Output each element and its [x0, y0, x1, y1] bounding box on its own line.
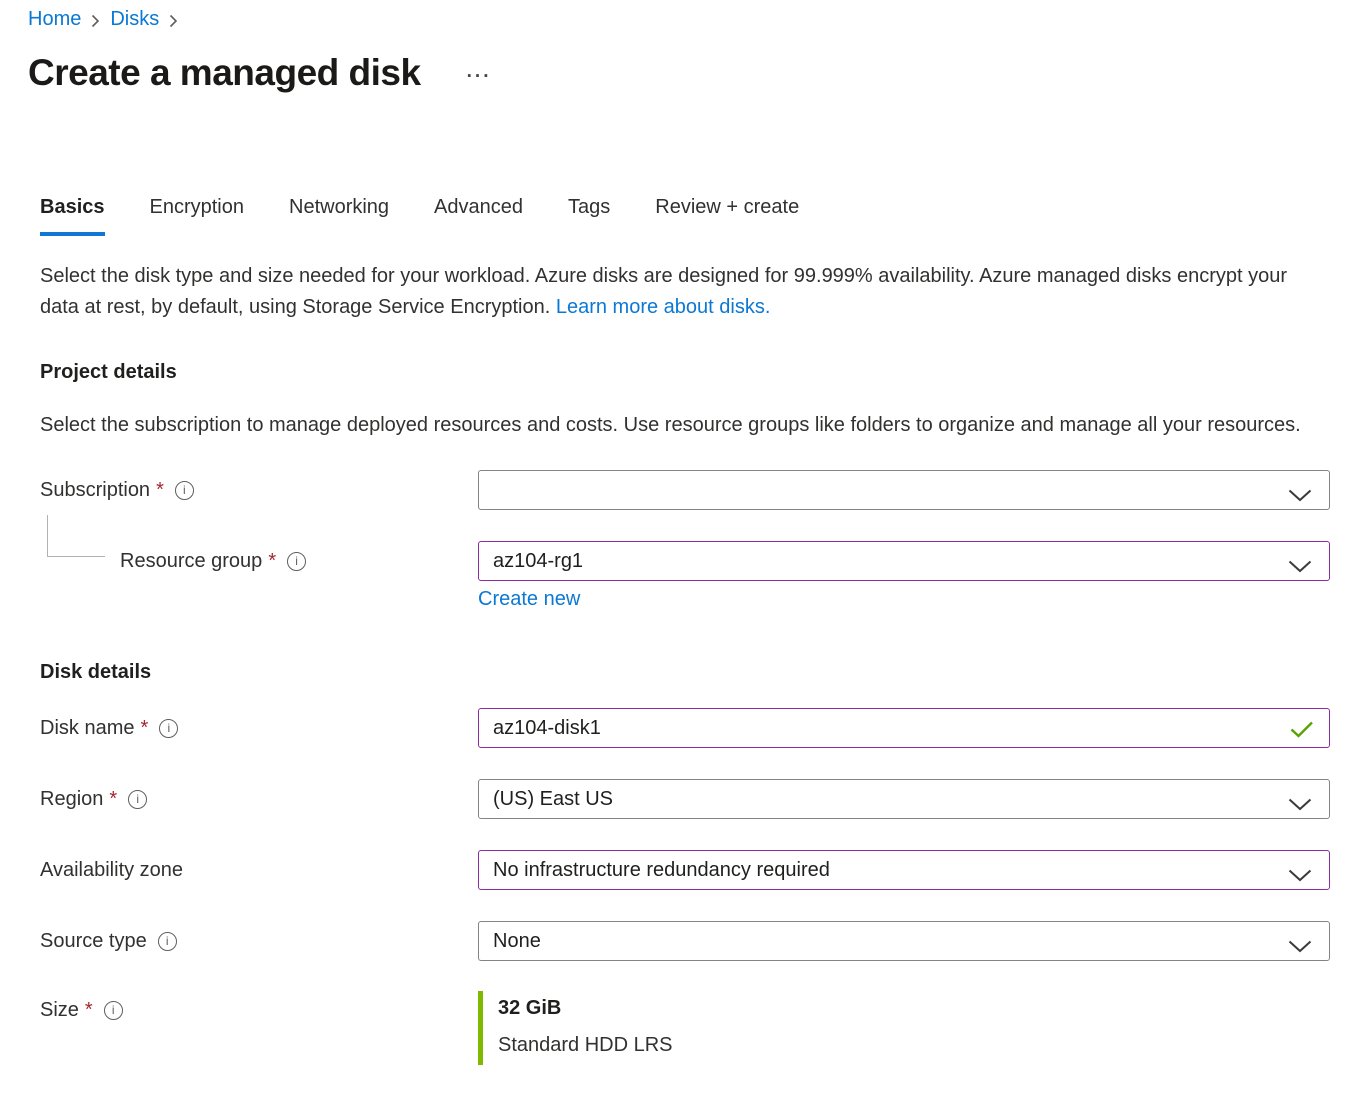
learn-more-link[interactable]: Learn more about disks. [556, 296, 771, 318]
required-asterisk: * [109, 788, 117, 811]
source-type-dropdown[interactable]: None [478, 921, 1330, 961]
project-details-description: Select the subscription to manage deploy… [40, 410, 1320, 441]
availability-zone-row: Availability zone No infrastructure redu… [40, 850, 1348, 890]
subscription-row: Subscription * i [40, 470, 1348, 510]
region-dropdown[interactable]: (US) East US [478, 779, 1330, 819]
disk-details-heading: Disk details [40, 659, 1348, 685]
size-label-group: Size * i [40, 991, 478, 1022]
disk-name-input[interactable] [493, 717, 1283, 740]
required-asterisk: * [156, 479, 164, 502]
info-icon[interactable]: i [128, 790, 147, 809]
source-type-label: Source type [40, 930, 147, 953]
availability-zone-label-group: Availability zone [40, 859, 478, 882]
chevron-down-icon [1288, 556, 1312, 579]
wizard-tabs: Basics Encryption Networking Advanced Ta… [0, 196, 1348, 236]
source-type-row: Source type i None [40, 921, 1348, 961]
resource-group-dropdown[interactable]: az104-rg1 [478, 541, 1330, 581]
size-text: 32 GiB Standard HDD LRS [483, 991, 673, 1065]
breadcrumb: Home Disks [0, 0, 1348, 31]
required-asterisk: * [268, 550, 276, 573]
info-icon[interactable]: i [287, 552, 306, 571]
chevron-right-icon [169, 14, 178, 28]
source-type-value: None [493, 930, 541, 953]
tab-advanced[interactable]: Advanced [434, 196, 523, 236]
resource-group-row: Resource group * i az104-rg1 [40, 541, 1348, 581]
size-value-block: 32 GiB Standard HDD LRS [478, 991, 673, 1065]
tab-tags[interactable]: Tags [568, 196, 610, 236]
resource-group-value: az104-rg1 [493, 550, 583, 573]
intro-text: Select the disk type and size needed for… [40, 261, 1328, 323]
chevron-down-icon [1288, 865, 1312, 888]
create-new-resource-group-link[interactable]: Create new [478, 588, 580, 611]
size-value-primary: 32 GiB [498, 997, 673, 1020]
info-icon[interactable]: i [104, 1001, 123, 1020]
page-header: Create a managed disk ··· [0, 52, 1348, 94]
size-label: Size [40, 999, 79, 1022]
tab-review-create[interactable]: Review + create [655, 196, 799, 236]
region-value: (US) East US [493, 788, 613, 811]
size-value-secondary: Standard HDD LRS [498, 1034, 673, 1057]
source-type-label-group: Source type i [40, 930, 478, 953]
disk-name-label-group: Disk name * i [40, 717, 478, 740]
disk-name-row: Disk name * i [40, 708, 1348, 748]
subscription-label: Subscription [40, 479, 150, 502]
availability-zone-value: No infrastructure redundancy required [493, 859, 830, 882]
availability-zone-label: Availability zone [40, 859, 183, 882]
tab-networking[interactable]: Networking [289, 196, 389, 236]
region-label-group: Region * i [40, 788, 478, 811]
more-options-icon[interactable]: ··· [467, 72, 492, 82]
tab-basics[interactable]: Basics [40, 196, 105, 236]
required-asterisk: * [85, 999, 93, 1022]
valid-check-icon [1290, 721, 1314, 744]
resource-group-label: Resource group [120, 550, 262, 573]
page-title: Create a managed disk [28, 52, 421, 94]
availability-zone-dropdown[interactable]: No infrastructure redundancy required [478, 850, 1330, 890]
required-asterisk: * [140, 717, 148, 740]
tab-encryption[interactable]: Encryption [150, 196, 245, 236]
subscription-label-group: Subscription * i [40, 479, 478, 502]
chevron-down-icon [1288, 485, 1312, 508]
size-row: Size * i 32 GiB Standard HDD LRS [40, 991, 1348, 1065]
region-label: Region [40, 788, 103, 811]
breadcrumb-link-home[interactable]: Home [28, 8, 81, 31]
disk-name-field [478, 708, 1330, 748]
disk-name-label: Disk name [40, 717, 134, 740]
chevron-down-icon [1288, 936, 1312, 959]
breadcrumb-link-disks[interactable]: Disks [110, 8, 159, 31]
resource-group-label-group: Resource group * i [40, 550, 478, 573]
project-details-heading: Project details [40, 359, 1348, 385]
info-icon[interactable]: i [175, 481, 194, 500]
info-icon[interactable]: i [158, 932, 177, 951]
chevron-right-icon [91, 14, 100, 28]
subscription-resource-group-connector [47, 515, 105, 557]
info-icon[interactable]: i [159, 719, 178, 738]
subscription-dropdown[interactable] [478, 470, 1330, 510]
chevron-down-icon [1288, 794, 1312, 817]
region-row: Region * i (US) East US [40, 779, 1348, 819]
